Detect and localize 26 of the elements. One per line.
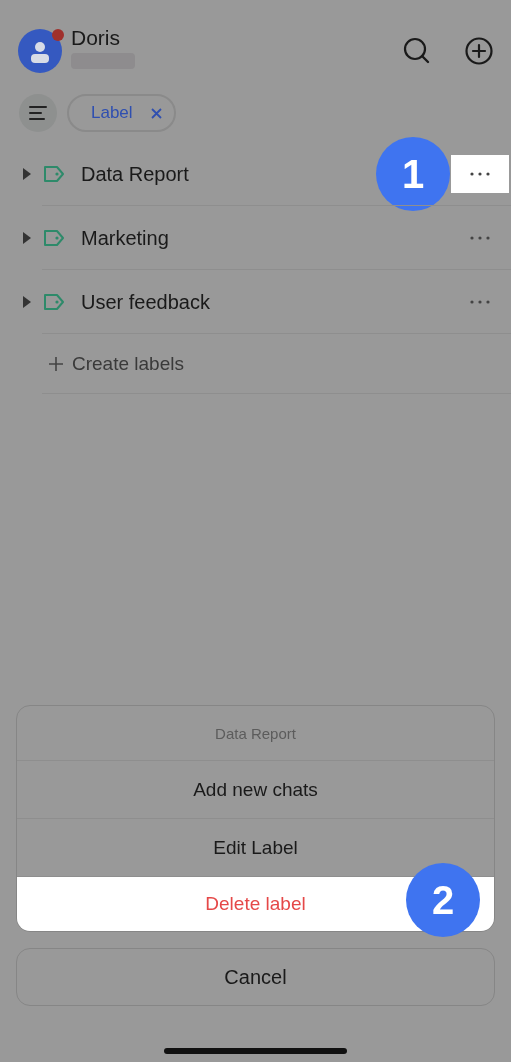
tag-icon bbox=[43, 230, 65, 246]
caret-icon[interactable] bbox=[23, 232, 31, 244]
create-labels-button[interactable]: Create labels bbox=[42, 334, 511, 394]
add-icon[interactable] bbox=[465, 37, 493, 65]
cancel-button[interactable]: Cancel bbox=[16, 948, 495, 1006]
more-icon bbox=[470, 300, 490, 304]
more-icon bbox=[470, 172, 490, 176]
filter-menu-button[interactable] bbox=[19, 94, 57, 132]
step-tooltip: 2 bbox=[406, 863, 480, 937]
label-name[interactable]: Data Report bbox=[81, 162, 189, 186]
sheet-title: Data Report bbox=[17, 706, 494, 761]
menu-icon bbox=[29, 105, 47, 121]
close-icon[interactable] bbox=[150, 107, 162, 119]
label-name[interactable]: User feedback bbox=[81, 290, 210, 314]
sheet-action[interactable]: Add new chats bbox=[17, 761, 494, 819]
search-icon[interactable] bbox=[403, 37, 431, 65]
step-tooltip: 1 bbox=[376, 137, 450, 211]
plus-icon bbox=[48, 355, 64, 372]
caret-icon[interactable] bbox=[23, 296, 31, 308]
tag-icon bbox=[43, 166, 65, 182]
avatar-icon[interactable] bbox=[18, 29, 62, 73]
tag-icon bbox=[43, 294, 65, 310]
more-icon bbox=[470, 236, 490, 240]
user-name: Doris bbox=[71, 25, 121, 50]
caret-icon[interactable] bbox=[23, 168, 31, 180]
label-name[interactable]: Marketing bbox=[81, 226, 169, 250]
